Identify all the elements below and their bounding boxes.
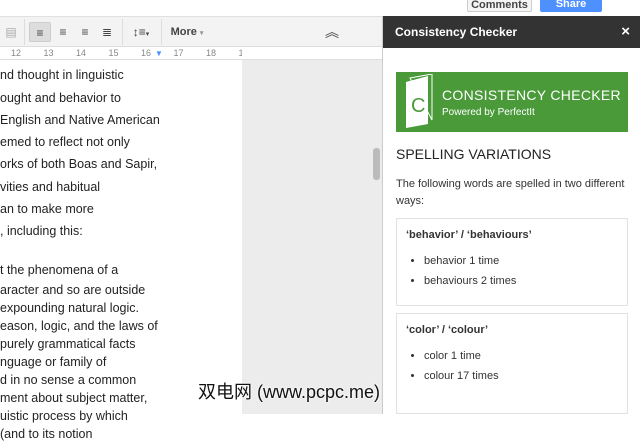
document-line: purely grammatical facts: [0, 337, 136, 351]
variation-card[interactable]: ‘color’ / ‘colour’ color 1 time colour 17…: [396, 313, 628, 414]
align-right-icon[interactable]: ≡: [75, 22, 95, 42]
document-line: ment about subject matter,: [0, 391, 148, 405]
document-line: aracter and so are outside: [0, 283, 146, 297]
document-page[interactable]: nd thought in linguistic ought and behavi…: [0, 60, 242, 441]
list-item: color 1 time: [424, 350, 627, 362]
document-line: d in no sense a common: [0, 373, 137, 387]
divider: [161, 19, 162, 45]
variation-card[interactable]: ‘behavior’ / ‘behaviours’ behavior 1 tim…: [396, 218, 628, 306]
logo-door-icon: C: [406, 74, 433, 128]
align-left-icon[interactable]: ≡: [29, 22, 51, 42]
document-line: nguage or family of: [0, 355, 107, 369]
double-chevron-up-icon[interactable]: ︽: [322, 22, 342, 42]
comment-icon[interactable]: ▤: [2, 22, 20, 42]
toolbar: ▤ ≡ ≡ ≡ ≣ ↕≡▾ More ▾ ︽: [0, 16, 382, 47]
document-line: nd thought in linguistic: [0, 68, 124, 82]
justify-icon[interactable]: ≣: [97, 22, 117, 42]
top-bar: Comments Share: [0, 0, 640, 16]
indent-marker-icon[interactable]: ▼: [155, 49, 163, 58]
card-title: ‘behavior’ / ‘behaviours’: [406, 229, 532, 241]
document-line: expounding natural logic.: [0, 301, 139, 315]
document-line: orks of both Boas and Sapir,: [0, 157, 158, 171]
share-button[interactable]: Share: [540, 0, 602, 12]
ruler-tick: 17: [173, 48, 184, 58]
more-label: More: [170, 26, 197, 38]
document-canvas: [242, 60, 382, 414]
document-line: eason, logic, and the laws of: [0, 319, 158, 333]
document-line: English and Native American: [0, 113, 160, 127]
ruler-tick: 13: [43, 48, 54, 58]
document-line: vities and habitual: [0, 180, 101, 194]
document-line: , including this:: [0, 224, 83, 238]
close-icon[interactable]: ×: [621, 16, 630, 48]
list-item: colour 17 times: [424, 370, 627, 382]
ruler[interactable]: 1213141516171819▼: [0, 47, 242, 60]
ruler-tick: 15: [108, 48, 119, 58]
watermark: 双电网 (www.pcpc.me): [198, 382, 381, 402]
document-line: ought and behavior to: [0, 91, 121, 105]
document-line: t the phenomena of a: [0, 263, 119, 277]
line-spacing-icon[interactable]: ↕≡▾: [127, 22, 155, 42]
list-item: behavior 1 time: [424, 255, 627, 267]
panel-header: Consistency Checker ×: [383, 16, 640, 48]
comments-button[interactable]: Comments: [467, 0, 532, 12]
panel-title: Consistency Checker: [395, 25, 518, 39]
align-center-icon[interactable]: ≡: [53, 22, 73, 42]
intro-text: The following words are spelled in two d…: [396, 178, 625, 207]
document-line: emed to reflect not only: [0, 135, 130, 149]
ruler-tick: 14: [76, 48, 87, 58]
svg-text:C: C: [411, 95, 425, 117]
section-heading: SPELLING VARIATIONS: [396, 146, 552, 162]
list-item: behaviours 2 times: [424, 275, 627, 287]
logo: C CONSISTENCY CHECKER Powered by Perfect…: [396, 72, 628, 132]
logo-subtitle: Powered by PerfectIt: [442, 107, 535, 118]
ruler-margin: [242, 47, 382, 60]
more-button[interactable]: More ▾: [166, 22, 208, 42]
scrollbar[interactable]: [373, 148, 380, 180]
ruler-tick: 16: [141, 48, 152, 58]
logo-title: CONSISTENCY CHECKER: [442, 87, 621, 103]
ruler-tick: 18: [206, 48, 217, 58]
document-line: an to make more: [0, 202, 94, 216]
card-title: ‘color’ / ‘colour’: [406, 324, 489, 336]
divider: [122, 19, 123, 45]
document-line: (and to its notion: [0, 427, 93, 441]
consistency-checker-panel: Consistency Checker × C CONSISTENCY CHECK…: [382, 16, 640, 414]
divider: [24, 19, 25, 45]
ruler-tick: 12: [11, 48, 22, 58]
document-line: uistic process by which: [0, 409, 128, 423]
